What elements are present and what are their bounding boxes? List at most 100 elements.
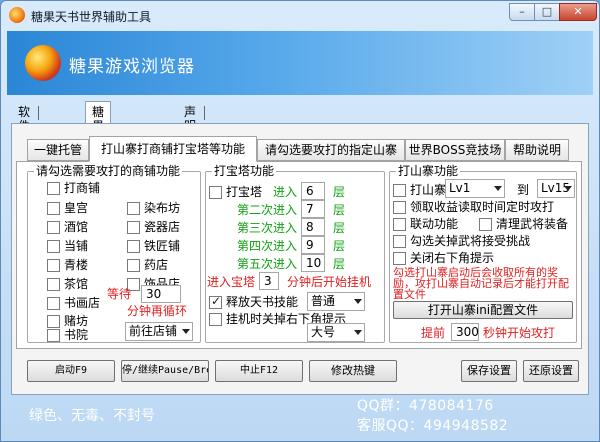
tower-row1-input[interactable]: 6: [301, 182, 325, 200]
shop-checkbox-smith[interactable]: 铁匠铺: [127, 239, 180, 253]
tower-group-title: 打宝塔功能: [212, 164, 277, 178]
tab-attack-functions[interactable]: 打山寨打商铺打宝塔等功能: [89, 136, 257, 162]
checkbox-icon: [47, 220, 60, 234]
fort-opt-link-checkbox[interactable]: 联动功能: [393, 217, 458, 231]
tab-world-boss[interactable]: 世界BOSS竞技场: [405, 139, 505, 161]
checkbox-icon: [393, 183, 406, 197]
size-select[interactable]: 大号: [307, 323, 365, 342]
checkbox-label: 勾选关掉武将接受挑战: [410, 234, 531, 248]
stop-button[interactable]: 中止F12: [215, 360, 303, 382]
app-logo-icon: [9, 7, 25, 23]
ahead-label: 提前: [421, 326, 446, 340]
checkbox-label: 皇宫: [64, 201, 89, 215]
shop-checkbox-teahouse[interactable]: 茶馆: [47, 277, 88, 291]
cycle-label: 分钟再循环: [127, 304, 188, 318]
tower-row4-input[interactable]: 9: [301, 236, 325, 254]
chevron-down-icon: [354, 330, 362, 335]
ahead-seconds-input[interactable]: 300: [451, 323, 479, 341]
checkbox-label: 领取收益读取时间定时攻打: [410, 200, 555, 214]
checkbox-icon: [209, 312, 222, 326]
tower-row5-label: 第五次进入: [237, 257, 298, 271]
shop-checkbox-painting[interactable]: 书画店: [47, 296, 100, 310]
tower-row1-unit: 层: [333, 185, 346, 199]
maximize-button[interactable]: □: [534, 3, 560, 21]
banner: 糖果游戏浏览器: [7, 31, 593, 95]
minimize-button[interactable]: –: [509, 3, 535, 21]
shop-checkbox-brothel[interactable]: 青楼: [47, 258, 88, 272]
pause-button[interactable]: 停/继续Pause/Break: [121, 360, 209, 382]
fort-to-select[interactable]: Lv15: [537, 179, 575, 198]
checkbox-label: 青楼: [64, 258, 89, 272]
shop-checkbox-dye[interactable]: 染布坊: [127, 201, 180, 215]
shop-checkbox-palace[interactable]: 皇宫: [47, 201, 88, 215]
select-value: 大号: [311, 325, 336, 339]
tower-row4-unit: 层: [333, 239, 346, 253]
ahead-suffix: 秒钟开始攻打: [483, 326, 556, 340]
checkbox-icon: [393, 251, 406, 265]
tab-software-info[interactable]: 软件说明: [11, 101, 40, 161]
shop-group-title: 请勾选需要攻打的商铺功能: [34, 164, 183, 178]
checkbox-icon: [393, 217, 406, 231]
tab-candy-world[interactable]: 糖果天书世界: [85, 101, 112, 189]
goto-shop-select[interactable]: 前往店铺: [125, 322, 193, 341]
candy-logo-icon: [25, 45, 61, 81]
tower-row2-input[interactable]: 7: [301, 200, 325, 218]
tower-row5-input[interactable]: 10: [301, 254, 325, 272]
shop-checkbox-academy[interactable]: 书院: [47, 328, 88, 342]
restore-settings-button[interactable]: 还原设置: [523, 360, 579, 382]
wait-minutes-input[interactable]: 30: [141, 285, 181, 303]
footer-slogan: 绿色、无毒、不封号: [29, 408, 155, 424]
fort-opt-clean-checkbox[interactable]: 清理武将装备: [479, 217, 568, 231]
checkbox-icon: [209, 185, 222, 199]
tab-statement[interactable]: 声明: [177, 101, 206, 133]
fort-opt-challenge-checkbox[interactable]: 勾选关掉武将接受挑战: [393, 234, 530, 248]
attack-fort-checkbox[interactable]: 打山寨: [393, 183, 446, 197]
release-skill-checkbox[interactable]: 释放天书技能: [209, 294, 298, 309]
checkbox-label: 打宝塔: [226, 185, 263, 199]
save-settings-button[interactable]: 保存设置: [461, 360, 517, 382]
tower-row1-label: 进入: [273, 185, 298, 199]
tab-select-fort[interactable]: 请勾选要攻打的指定山寨: [257, 139, 405, 161]
tower-row4-label: 第四次进入: [237, 239, 298, 253]
checkbox-label: 药店: [144, 258, 169, 272]
checkbox-label: 书画店: [64, 296, 101, 310]
shop-checkbox-tavern[interactable]: 酒馆: [47, 220, 88, 234]
checkbox-label: 染布坊: [144, 201, 181, 215]
app-window: 糖果天书世界辅助工具 – □ ✕ 糖果游戏浏览器 软件说明 糖果天书世界 声明 …: [0, 0, 600, 442]
banner-title: 糖果游戏浏览器: [69, 57, 195, 77]
chevron-down-icon: [182, 329, 190, 334]
chevron-down-icon: [494, 186, 502, 191]
checkbox-label: 茶馆: [64, 277, 89, 291]
checkbox-icon: [47, 258, 60, 272]
select-value: 前往店铺: [129, 324, 178, 338]
checkbox-label: 铁匠铺: [144, 239, 181, 253]
tower-row3-input[interactable]: 8: [301, 218, 325, 236]
shop-checkbox-pawn[interactable]: 当铺: [47, 239, 88, 253]
title-bar: 糖果天书世界辅助工具 – □ ✕: [1, 1, 599, 29]
shop-checkbox-main[interactable]: 打商铺: [47, 181, 100, 195]
fort-opt-timer-checkbox[interactable]: 领取收益读取时间定时攻打: [393, 200, 554, 214]
tower-row2-unit: 层: [333, 203, 346, 217]
edit-hotkey-button[interactable]: 修改热键: [309, 360, 397, 382]
open-fort-config-button[interactable]: 打开山寨ini配置文件: [393, 301, 573, 319]
checkbox-icon: [393, 200, 406, 214]
fort-opt-closetip-checkbox[interactable]: 关闭右下角提示: [393, 251, 494, 265]
shop-checkbox-pharmacy[interactable]: 药店: [127, 258, 168, 272]
start-button[interactable]: 启动F9: [27, 360, 115, 382]
checkbox-icon: [47, 277, 60, 291]
release-skill-select[interactable]: 普通: [307, 292, 365, 311]
fort-from-select[interactable]: Lv1: [445, 179, 505, 198]
wait-label: 等待: [107, 287, 132, 301]
shop-checkbox-porcelain[interactable]: 瓷器店: [127, 220, 180, 234]
enter-tower-suffix: 分钟后开始挂机: [287, 275, 372, 289]
tab-one-key[interactable]: 一键托管: [27, 139, 89, 161]
shop-checkbox-gambling[interactable]: 赌坊: [47, 314, 88, 328]
checkbox-icon: [127, 239, 140, 253]
enter-tower-minutes-input[interactable]: 3: [259, 272, 279, 290]
tab-help[interactable]: 帮助说明: [505, 139, 569, 161]
checkbox-label: 联动功能: [410, 217, 459, 231]
close-button[interactable]: ✕: [559, 3, 597, 21]
checkbox-icon: [209, 294, 222, 309]
tower-checkbox[interactable]: 打宝塔: [209, 185, 262, 199]
checkbox-icon: [127, 258, 140, 272]
